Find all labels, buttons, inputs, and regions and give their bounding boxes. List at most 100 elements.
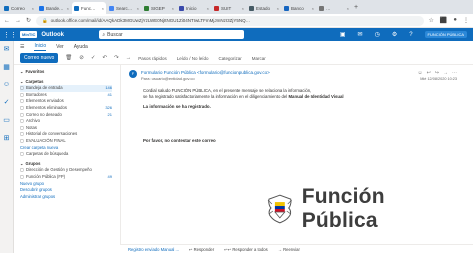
chevron-down-icon[interactable]: ⌄	[20, 69, 24, 76]
search-input[interactable]: Buscar	[107, 32, 123, 38]
meet-now-icon[interactable]: ▣	[340, 31, 346, 38]
close-icon[interactable]: ×	[67, 6, 69, 11]
mark-read-icon[interactable]: ✓	[91, 55, 96, 61]
folder-label: Administrar grupos	[20, 193, 56, 199]
delete-icon[interactable]: 🗑	[65, 55, 72, 61]
close-icon[interactable]: ×	[172, 6, 174, 11]
folder-item[interactable]: ▢ Elementos eliminados 326	[20, 105, 112, 112]
calendar-icon[interactable]: ▦	[3, 63, 10, 71]
folder-item[interactable]: ▢ Dirección de Gestión y Desempeño	[20, 167, 112, 174]
mail-icon[interactable]: ✉	[4, 45, 10, 53]
app-launcher-icon[interactable]: ⋮⋮	[0, 31, 20, 39]
avatar: F	[129, 70, 137, 78]
folder-label: Descubrir grupos	[20, 187, 52, 193]
reply-all-button[interactable]: ↩↩ Responder a todos	[224, 247, 268, 252]
folder-section-header[interactable]: ⌄ Carpetas	[20, 79, 112, 86]
folder-item[interactable]: ▢ Archivo	[20, 118, 112, 125]
folder-item[interactable]: ▢ Elementos enviados	[20, 98, 112, 105]
reply-all-icon[interactable]: ↷	[114, 55, 119, 61]
folder-label: Grupos	[25, 160, 41, 166]
folder-item[interactable]: ▢ EVALUACIÓN FINAL	[20, 138, 112, 145]
menu-icon[interactable]: ⋮	[463, 17, 469, 24]
app-name[interactable]: Outlook	[41, 32, 99, 38]
todo-icon[interactable]: ✓	[4, 98, 10, 106]
url-field[interactable]: 🔒 outlook.office.com/mail/id/AAQkADk3MGU…	[36, 15, 424, 26]
reply-icon[interactable]: ↩	[427, 70, 431, 76]
folder-item[interactable]: ▢ Función Pública (FP) 49	[20, 174, 112, 181]
forward-icon[interactable]: →	[15, 18, 21, 24]
folder-item[interactable]: ▢ Correo no deseado 21	[20, 112, 112, 119]
user-account[interactable]: FUNCIÓN PÚBLICA	[424, 31, 467, 38]
reload-icon[interactable]: ↻	[26, 17, 31, 24]
forward-icon[interactable]: →	[126, 55, 132, 61]
close-icon[interactable]: ×	[102, 6, 104, 11]
star-icon[interactable]: ☆	[429, 17, 434, 24]
folder-item[interactable]: Crear carpeta nueva	[20, 145, 112, 152]
settings-icon[interactable]: ⚙	[392, 31, 397, 38]
browser-tab[interactable]: Inicio ×	[177, 2, 211, 14]
close-icon[interactable]: ×	[207, 6, 209, 11]
toolbar-action[interactable]: Leído / No leído	[177, 56, 209, 61]
emoji-icon[interactable]: ☺	[417, 70, 422, 76]
browser-tab[interactable]: … ×	[317, 2, 351, 14]
folder-item[interactable]: ▢ Bandeja de entrada 146	[20, 85, 112, 92]
close-icon[interactable]: ×	[137, 6, 139, 11]
more-icon[interactable]: ⋯	[452, 70, 457, 76]
calendar-icon[interactable]: ◷	[375, 31, 380, 38]
folder-item[interactable]: Descubrir grupos	[20, 187, 112, 194]
folder-label: Correo no deseado	[25, 111, 62, 117]
browser-tab[interactable]: Searc… ×	[107, 2, 141, 14]
tab-label: Correo	[11, 5, 25, 11]
folder-item[interactable]: ▢ Historial de conversaciones	[20, 131, 112, 138]
folder-item[interactable]: Nuevo grupo	[20, 181, 112, 188]
reply-all-icon[interactable]: ↪	[435, 70, 439, 76]
extensions-icon[interactable]: ⬛	[440, 17, 447, 24]
manual-title: Manual de Identidad Visual	[288, 94, 344, 99]
block-icon[interactable]: ⊘	[79, 55, 84, 61]
toolbar-action[interactable]: Pasos rápidos	[138, 56, 167, 61]
hamburger-menu-icon[interactable]: ☰	[20, 44, 24, 50]
apps-icon[interactable]: ⊞	[4, 134, 10, 142]
new-tab-button[interactable]: +	[354, 2, 358, 14]
folder-item[interactable]: ▢ Carpetas de búsqueda	[20, 151, 112, 158]
screen: Correo × Bande… × Func… × Searc… × SIGEP × Inicio ×…	[0, 0, 473, 253]
toolbar-action[interactable]: Categorizar	[219, 56, 242, 61]
close-icon[interactable]: ×	[312, 6, 314, 11]
reply-icon[interactable]: ↶	[103, 55, 108, 61]
folder-item[interactable]: Administrar grupos	[20, 194, 112, 201]
reply-button[interactable]: ↩ Responder	[189, 247, 214, 252]
close-icon[interactable]: ×	[277, 6, 279, 11]
browser-tab[interactable]: SUIT ×	[212, 2, 246, 14]
draft-tab[interactable]: Registro enviado Manual ...	[128, 247, 179, 252]
folder-section-header[interactable]: ⌄ Favoritos	[20, 69, 112, 76]
folder-item[interactable]: ▢ Borradores 41	[20, 92, 112, 99]
close-icon[interactable]: ×	[347, 6, 349, 11]
ribbon-tab-ayuda[interactable]: Ayuda	[74, 44, 88, 50]
unread-count: 326	[105, 104, 112, 110]
browser-tab[interactable]: Correo ×	[2, 2, 36, 14]
close-icon[interactable]: ×	[242, 6, 244, 11]
help-icon[interactable]: ?	[409, 32, 412, 38]
browser-tab[interactable]: SIGEP ×	[142, 2, 176, 14]
profile-icon[interactable]: ●	[453, 17, 457, 24]
back-icon[interactable]: ←	[4, 18, 10, 24]
mail-icon[interactable]: ✉	[358, 31, 363, 38]
people-icon[interactable]: ☺	[3, 81, 10, 88]
browser-tab[interactable]: Estado ×	[247, 2, 281, 14]
toolbar-action[interactable]: Marcar	[252, 56, 266, 61]
close-icon[interactable]: ×	[32, 6, 34, 11]
folder-section-header[interactable]: ⌄ Grupos	[20, 161, 112, 168]
ribbon-tab-inicio[interactable]: Inicio	[34, 43, 47, 51]
search-box[interactable]: ⌕ Buscar	[99, 30, 245, 39]
forward-button[interactable]: → Reenviar	[278, 247, 300, 252]
browser-tab[interactable]: Bande… ×	[37, 2, 71, 14]
new-mail-button[interactable]: Correo nuevo	[20, 53, 59, 63]
chevron-down-icon[interactable]: ⌄	[20, 79, 24, 86]
files-icon[interactable]: ▭	[3, 116, 10, 124]
forward-icon[interactable]: →	[443, 70, 448, 76]
chevron-down-icon[interactable]: ⌄	[20, 161, 24, 168]
browser-tab[interactable]: Func… ×	[72, 2, 106, 14]
browser-tab[interactable]: Banco ×	[282, 2, 316, 14]
folder-item[interactable]: ▢ Notas	[20, 125, 112, 132]
ribbon-tab-ver[interactable]: Ver	[56, 44, 64, 50]
